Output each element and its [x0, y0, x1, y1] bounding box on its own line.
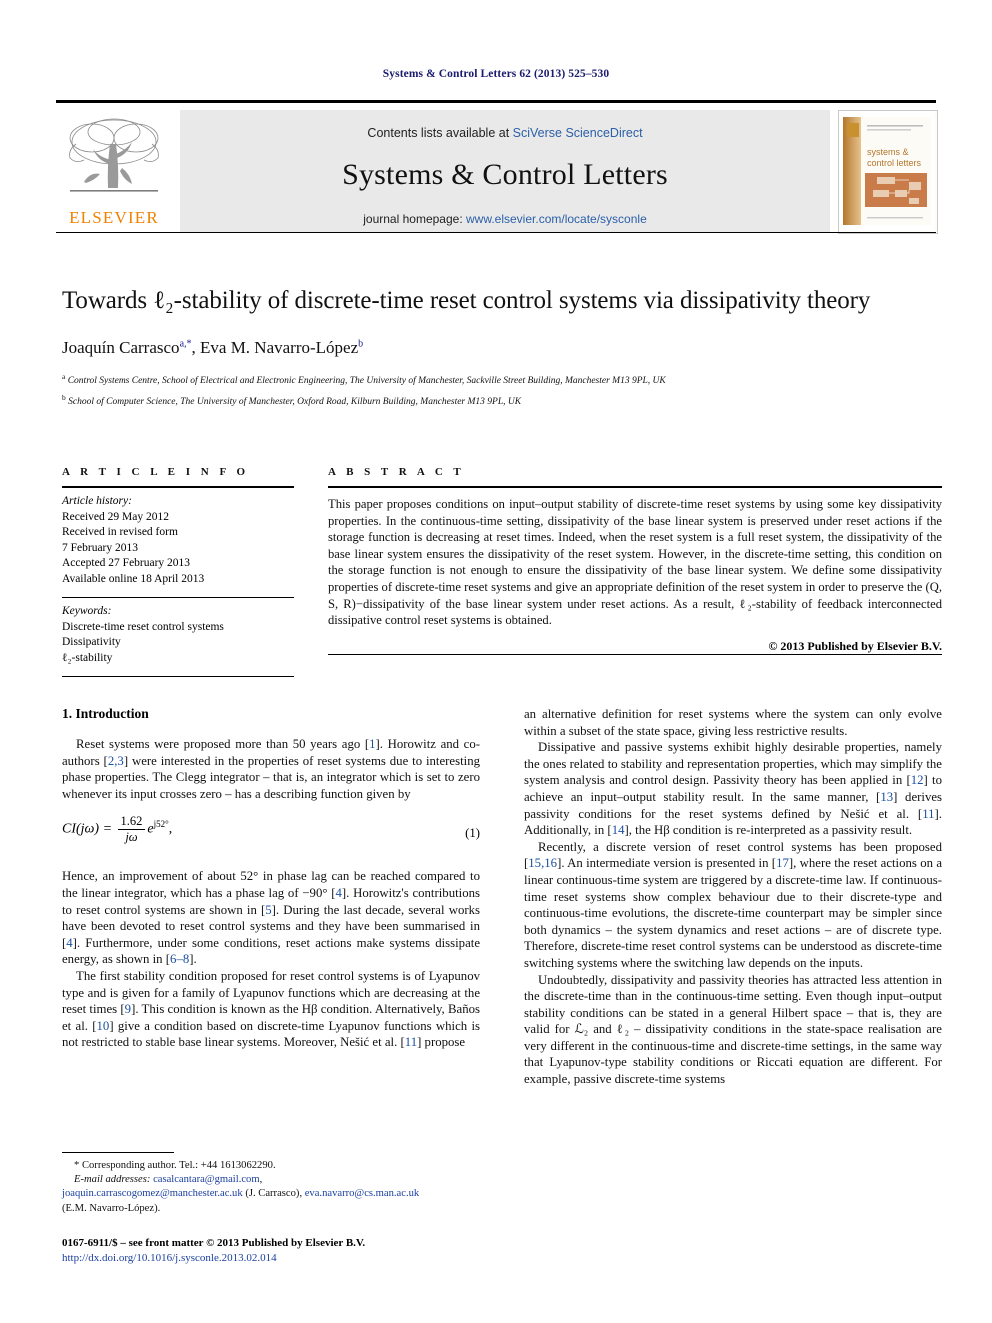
- author-list: Joaquín Carrascoa,*, Eva M. Navarro-Lópe…: [62, 338, 364, 357]
- article-info-column: A R T I C L E I N F O Article history: R…: [62, 466, 294, 677]
- keywords-block: Keywords: Discrete-time reset control sy…: [62, 604, 294, 676]
- body-column-right: an alternative definition for reset syst…: [524, 706, 942, 1088]
- abstract-rule-top: [328, 486, 942, 488]
- abstract-column: A B S T R A C T This paper proposes cond…: [328, 466, 942, 655]
- journal-cover-thumbnail: systems & control letters: [838, 110, 938, 234]
- masthead-top-rule: [56, 100, 936, 103]
- keyword-item: Discrete-time reset control systems: [62, 620, 224, 633]
- paragraph: Reset systems were proposed more than 50…: [62, 737, 480, 801]
- page-title: Towards ℓ₂-stability of discrete-time re…: [62, 287, 871, 314]
- body-columns: 1. Introduction Reset systems were propo…: [62, 706, 942, 1186]
- equation-1-denominator: jω: [125, 830, 138, 845]
- running-head: Systems & Control Letters 62 (2013) 525–…: [382, 68, 610, 80]
- keywords-label: Keywords:: [62, 605, 112, 617]
- abstract-rule-bottom: [328, 653, 942, 655]
- footnote-block: * Corresponding author. Tel.: +44 161306…: [62, 1152, 480, 1216]
- paragraph: Recently, a discrete version of reset co…: [524, 839, 942, 970]
- journal-homepage-link[interactable]: www.elsevier.com/locate/sysconle: [466, 212, 647, 226]
- keyword-item: Dissipativity: [62, 636, 121, 648]
- article-info-rule-bottom: [62, 676, 294, 677]
- article-info-rule-top: [62, 486, 294, 488]
- title-block: Towards ℓ₂-stability of discrete-time re…: [62, 286, 942, 409]
- masthead-center: Contents lists available at SciVerse Sci…: [180, 110, 830, 232]
- svg-text:systems &: systems &: [867, 147, 909, 157]
- email-owner-3: (E.M. Navarro-López).: [62, 1202, 161, 1214]
- doi-link[interactable]: http://dx.doi.org/10.1016/j.sysconle.201…: [62, 1251, 522, 1266]
- email-link-1[interactable]: casalcantara@gmail.com: [153, 1174, 260, 1185]
- elsevier-tree-icon: [69, 118, 159, 192]
- article-info-heading: A R T I C L E I N F O: [62, 466, 250, 478]
- article-info-rule-mid: [62, 597, 294, 598]
- affiliation-a: a Control Systems Centre, School of Elec…: [62, 372, 666, 387]
- affiliation-b: b School of Computer Science, The Univer…: [62, 392, 522, 407]
- equation-1-fraction: 1.62 jω: [117, 814, 146, 845]
- email-addresses-line-2: joaquin.carrascogomez@manchester.ac.uk (…: [62, 1188, 420, 1200]
- footnote-rule: [62, 1152, 174, 1153]
- history-item: Received 29 May 2012: [62, 510, 169, 523]
- equation-1-trailing: ,: [168, 822, 173, 838]
- issn-line: 0167-6911/$ – see front matter © 2013 Pu…: [62, 1237, 366, 1249]
- equation-1: CI(jω) = 1.62 jω ej52°, (1): [62, 814, 480, 856]
- article-history: Article history: Received 29 May 2012 Re…: [62, 494, 294, 597]
- sciencedirect-link[interactable]: SciVerse ScienceDirect: [513, 126, 643, 140]
- article-history-label: Article history:: [62, 495, 132, 507]
- masthead-bottom-rule: [56, 232, 936, 233]
- abstract-text: This paper proposes conditions on input–…: [328, 497, 942, 628]
- equation-1-numerator: 1.62: [120, 814, 143, 829]
- svg-text:control letters: control letters: [867, 158, 922, 168]
- equation-1-number: (1): [465, 826, 480, 841]
- paragraph: an alternative definition for reset syst…: [524, 707, 942, 738]
- elsevier-wordmark: ELSEVIER: [69, 208, 159, 227]
- equation-1-body: CI(jω) = 1.62 jω ej52°,: [62, 814, 172, 845]
- email-owner-2: (J. Carrasco): [245, 1188, 300, 1200]
- equation-1-exponent: j52°: [153, 819, 169, 830]
- paragraph: Dissipative and passive systems exhibit …: [524, 740, 943, 838]
- history-item: 7 February 2013: [62, 541, 139, 554]
- history-item: Received in revised form: [62, 526, 178, 538]
- history-item: Available online 18 April 2013: [62, 572, 205, 585]
- email-link-2[interactable]: joaquin.carrascogomez@manchester.ac.uk: [62, 1188, 243, 1199]
- cover-artwork-icon: systems & control letters: [839, 111, 935, 231]
- contents-prefix: Contents lists available at: [367, 126, 513, 140]
- section-heading-introduction: 1. Introduction: [62, 706, 149, 721]
- journal-masthead: ELSEVIER Contents lists available at Sci…: [56, 100, 938, 234]
- elsevier-logo: ELSEVIER: [56, 110, 172, 232]
- journal-homepage-line: journal homepage: www.elsevier.com/locat…: [180, 212, 830, 226]
- email-addresses-line: E-mail addresses: casalcantara@gmail.com…: [74, 1174, 263, 1186]
- body-column-left: 1. Introduction Reset systems were propo…: [62, 706, 480, 1051]
- email-link-3[interactable]: eva.navarro@cs.man.ac.uk: [305, 1188, 419, 1199]
- abstract-copyright: © 2013 Published by Elsevier B.V.: [768, 638, 942, 653]
- paragraph: The first stability condition proposed f…: [62, 968, 481, 1050]
- keyword-item: ℓ₂-stability: [62, 651, 113, 664]
- homepage-prefix: journal homepage:: [363, 212, 466, 226]
- issn-doi-block: 0167-6911/$ – see front matter © 2013 Pu…: [62, 1236, 522, 1266]
- email-label: E-mail addresses:: [74, 1174, 151, 1186]
- journal-title: Systems & Control Letters: [342, 158, 668, 191]
- corresponding-author-note: * Corresponding author. Tel.: +44 161306…: [62, 1159, 480, 1216]
- contents-available-line: Contents lists available at SciVerse Sci…: [180, 110, 830, 140]
- paper-first-page: Systems & Control Letters 62 (2013) 525–…: [0, 0, 992, 1323]
- equation-1-lhs: CI(jω) =: [62, 822, 113, 838]
- paragraph: Hence, an improvement of about 52° in ph…: [62, 869, 480, 967]
- paragraph: Undoubtedly, dissipativity and passivity…: [524, 972, 942, 1087]
- history-item: Accepted 27 February 2013: [62, 557, 191, 569]
- abstract-heading: A B S T R A C T: [328, 466, 465, 478]
- corresponding-author-line: * Corresponding author. Tel.: +44 161306…: [74, 1160, 276, 1171]
